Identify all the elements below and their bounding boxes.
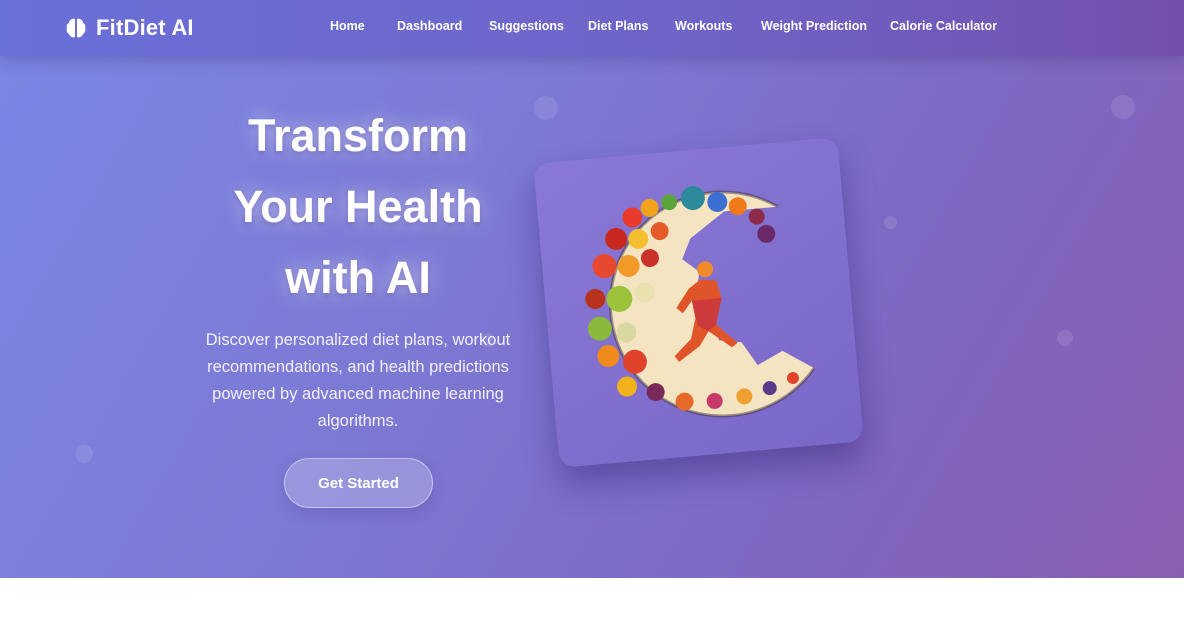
hero-title-line-3: with AI xyxy=(285,252,431,303)
hero-description: Discover personalized diet plans, workou… xyxy=(205,331,511,430)
get-started-button[interactable]: Get Started xyxy=(284,458,433,508)
runner-food-illustration xyxy=(585,186,816,418)
hero-section: Transform Your Health with AI Discover p… xyxy=(0,0,1184,578)
hero-title: Transform Your Health with AI xyxy=(168,100,548,313)
decor-bubble xyxy=(884,216,897,229)
hero-title-line-1: Transform xyxy=(247,110,469,161)
nav-dashboard[interactable]: Dashboard xyxy=(397,19,462,33)
nav-workouts[interactable]: Workouts xyxy=(675,19,732,33)
nav-calorie-calculator[interactable]: Calorie Calculator xyxy=(890,19,997,33)
decor-bubble xyxy=(75,445,93,463)
hero-image-card xyxy=(533,137,864,468)
nav-weight-prediction[interactable]: Weight Prediction xyxy=(761,19,867,33)
decor-bubble xyxy=(1111,95,1135,119)
nav-links: Home Dashboard Suggestions Diet Plans Wo… xyxy=(0,19,1184,37)
nav-suggestions[interactable]: Suggestions xyxy=(489,19,564,33)
nav-home[interactable]: Home xyxy=(330,19,365,33)
hero-title-line-2: Your Health xyxy=(233,181,483,232)
top-navbar: FitDiet AI Home Dashboard Suggestions Di… xyxy=(0,0,1184,56)
decor-bubble xyxy=(1057,330,1073,346)
nav-diet-plans[interactable]: Diet Plans xyxy=(588,19,648,33)
